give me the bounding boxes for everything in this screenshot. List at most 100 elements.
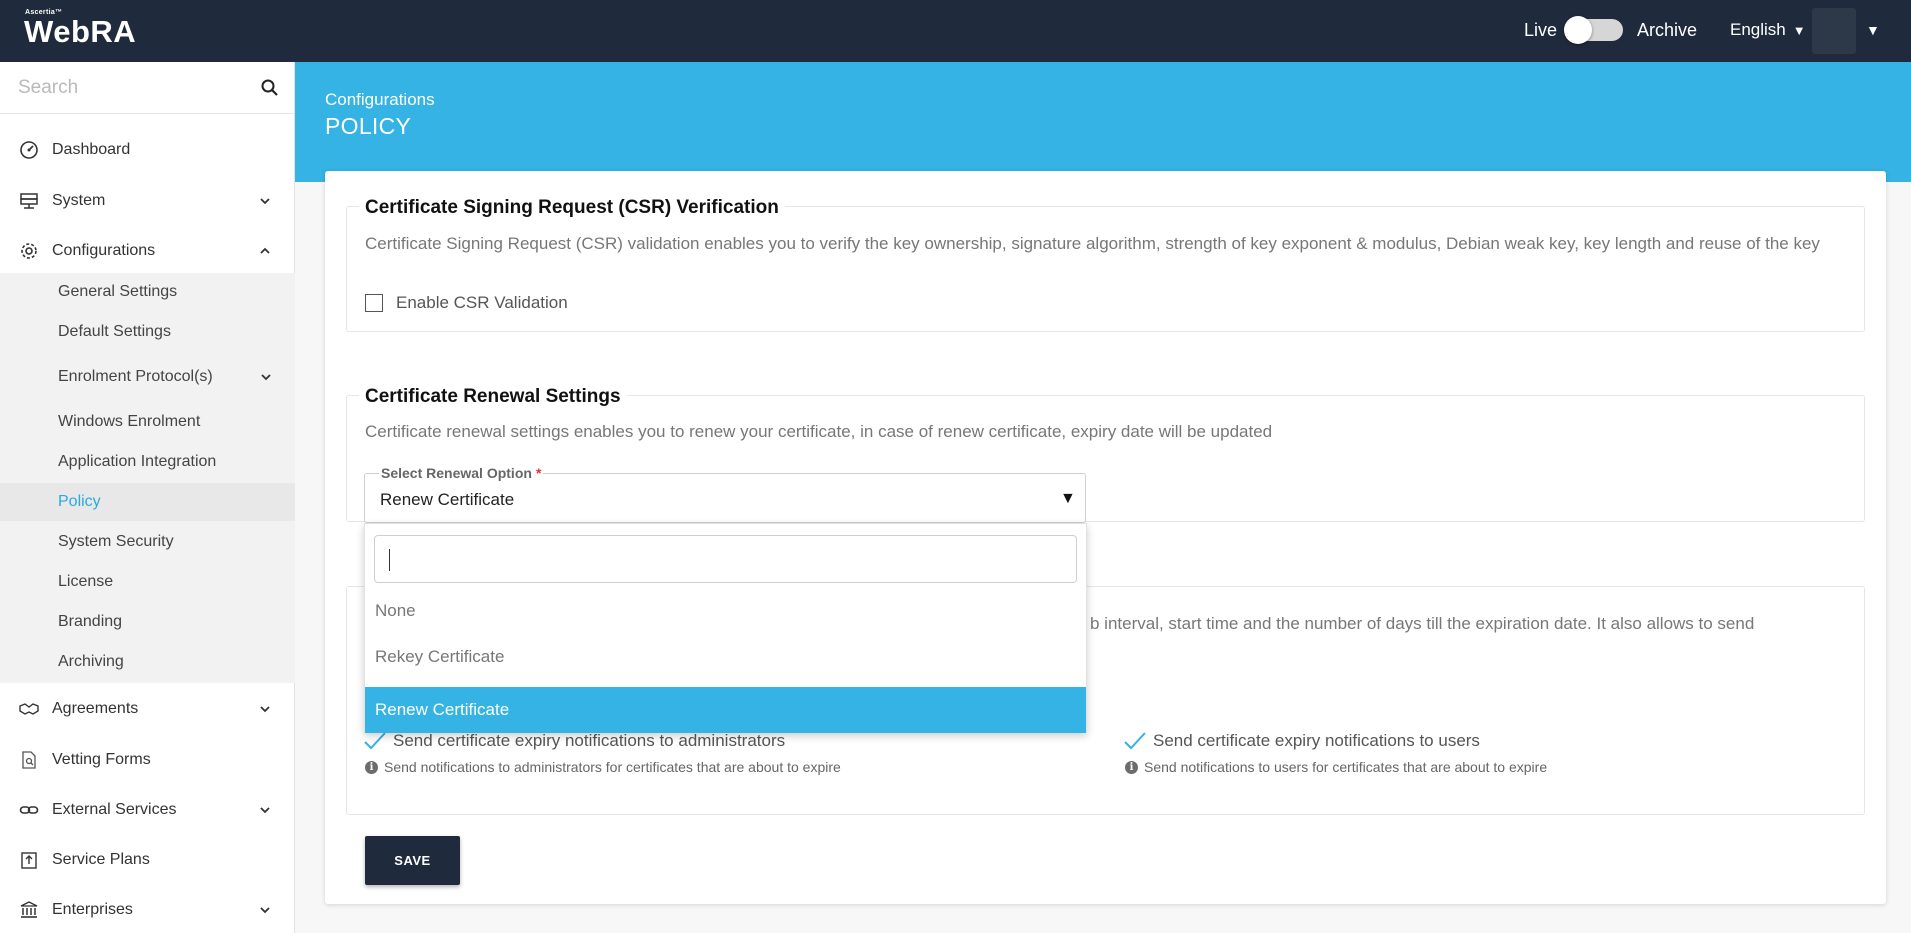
caret-down-icon: ▼ — [1792, 22, 1806, 38]
renewal-option-select[interactable]: Select Renewal Option * Renew Certificate… — [364, 465, 1086, 523]
submenu-policy[interactable]: Policy — [0, 483, 295, 521]
info-icon: i — [365, 760, 378, 774]
breadcrumb[interactable]: Configurations — [325, 90, 435, 110]
handshake-icon — [19, 703, 39, 715]
search-input[interactable] — [18, 75, 248, 101]
dropdown-search-input[interactable] — [374, 535, 1077, 583]
language-label: English — [1730, 20, 1786, 39]
server-icon — [20, 193, 38, 209]
sidebar-item-label: Dashboard — [52, 141, 131, 158]
enable-csr-validation[interactable]: Enable CSR Validation — [365, 293, 568, 313]
link-icon — [19, 806, 39, 814]
section-description: Certificate renewal settings enables you… — [365, 422, 1273, 441]
avatar[interactable] — [1812, 8, 1856, 54]
configurations-submenu: General Settings Default Settings Enrolm… — [0, 273, 295, 683]
submenu-system-security[interactable]: System Security — [0, 523, 295, 561]
dropdown-option-renew[interactable]: Renew Certificate — [365, 687, 1086, 733]
sidebar-item-system[interactable]: System — [0, 179, 295, 223]
submenu-enrolment-protocols[interactable]: Enrolment Protocol(s) — [0, 358, 295, 396]
sidebar-item-external-services[interactable]: External Services — [0, 788, 295, 832]
select-value: Renew Certificate — [380, 490, 515, 509]
submenu-archiving[interactable]: Archiving — [0, 643, 295, 681]
sidebar-item-dashboard[interactable]: Dashboard — [0, 128, 295, 172]
section-title: Certificate Renewal Settings — [359, 386, 627, 408]
users-notification-option[interactable]: Send certificate expiry notifications to… — [1123, 730, 1480, 752]
sidebar-item-enterprises[interactable]: Enterprises — [0, 888, 295, 932]
document-search-icon — [22, 751, 36, 769]
live-archive-switch: Live Archive — [1524, 16, 1698, 44]
chevron-down-icon — [260, 907, 270, 914]
select-label: Select Renewal Option * — [379, 465, 544, 481]
chevron-down-icon — [260, 198, 270, 205]
sidebar-search — [0, 62, 295, 114]
section-title: Certificate Signing Request (CSR) Verifi… — [359, 197, 785, 219]
submenu-license[interactable]: License — [0, 563, 295, 601]
page-title: POLICY — [325, 113, 412, 139]
sidebar-item-configurations[interactable]: Configurations — [0, 229, 295, 273]
sidebar-item-service-plans[interactable]: Service Plans — [0, 838, 295, 882]
section-description-partial: b interval, start time and the number of… — [1090, 614, 1755, 633]
gear-icon — [21, 243, 37, 259]
checkbox-label: Enable CSR Validation — [396, 293, 568, 312]
user-menu-caret-icon[interactable]: ▼ — [1866, 22, 1880, 38]
sidebar-item-label: Agreements — [52, 700, 139, 717]
submenu-general-settings[interactable]: General Settings — [0, 273, 295, 311]
clipboard-upload-icon — [21, 852, 37, 869]
sidebar: Dashboard System Configurations General … — [0, 62, 295, 933]
users-notification-hint: i Send notifications to users for certif… — [1125, 759, 1547, 775]
submenu-label: License — [58, 573, 114, 590]
submenu-label: Enrolment Protocol(s) — [58, 368, 213, 385]
live-archive-toggle[interactable] — [1564, 16, 1624, 44]
submenu-label: Application Integration — [58, 453, 217, 470]
sidebar-item-label: Configurations — [52, 242, 156, 259]
submenu-label: Branding — [58, 613, 123, 630]
submenu-application-integration[interactable]: Application Integration — [0, 443, 295, 481]
page-header: Configurations POLICY — [295, 62, 1911, 182]
submenu-default-settings[interactable]: Default Settings — [0, 313, 295, 351]
app-logo[interactable]: Ascertia™ WebRA — [24, 9, 136, 48]
bank-building-icon — [20, 901, 38, 918]
dropdown-option-rekey[interactable]: Rekey Certificate — [365, 634, 1086, 680]
checkmark-icon[interactable] — [1123, 730, 1147, 752]
checkmark-icon[interactable] — [363, 730, 387, 752]
save-button[interactable]: SAVE — [365, 836, 460, 885]
chevron-down-icon — [260, 706, 270, 713]
sidebar-item-agreements[interactable]: Agreements — [0, 687, 295, 731]
submenu-label: Windows Enrolment — [58, 413, 201, 430]
sidebar-item-label: Vetting Forms — [52, 751, 151, 768]
section-description: Certificate Signing Request (CSR) valida… — [365, 234, 1820, 253]
submenu-label: System Security — [58, 533, 174, 550]
required-asterisk: * — [535, 465, 542, 481]
caret-down-icon: ▼ — [1060, 490, 1076, 507]
submenu-label: Default Settings — [58, 323, 171, 340]
submenu-label: Archiving — [58, 653, 124, 670]
submenu-windows-enrolment[interactable]: Windows Enrolment — [0, 403, 295, 441]
dashboard-gauge-icon — [20, 141, 38, 159]
csr-section: Certificate Signing Request (CSR) Verifi… — [346, 197, 1865, 332]
toggle-knob — [1564, 16, 1593, 44]
sidebar-item-label: External Services — [52, 801, 177, 818]
sidebar-item-vetting-forms[interactable]: Vetting Forms — [0, 738, 295, 782]
submenu-label: General Settings — [58, 283, 178, 300]
chevron-down-icon — [260, 807, 270, 814]
sidebar-item-label: Enterprises — [52, 901, 133, 918]
top-bar: Ascertia™ WebRA Live Archive English ▼ ▼ — [0, 0, 1911, 62]
checkbox-label: Send certificate expiry notifications to… — [393, 731, 786, 750]
hint-text: Send notifications to users for certific… — [1144, 759, 1548, 775]
admin-notification-option[interactable]: Send certificate expiry notifications to… — [363, 730, 785, 752]
dropdown-option-none[interactable]: None — [365, 588, 1086, 634]
sidebar-item-label: Service Plans — [52, 851, 150, 868]
search-icon[interactable] — [260, 78, 280, 98]
chevron-up-icon — [260, 247, 270, 254]
submenu-branding[interactable]: Branding — [0, 603, 295, 641]
chevron-down-icon — [261, 374, 271, 381]
submenu-label: Policy — [58, 493, 101, 510]
admin-notification-hint: i Send notifications to administrators f… — [365, 759, 841, 775]
renewal-option-dropdown: None Rekey Certificate Renew Certificate — [364, 523, 1087, 733]
enable-csr-checkbox[interactable] — [365, 294, 383, 312]
language-selector[interactable]: English ▼ — [1730, 20, 1806, 40]
logo-name: WebRA — [24, 14, 137, 49]
archive-label: Archive — [1637, 19, 1698, 40]
live-label: Live — [1524, 19, 1558, 40]
checkbox-label: Send certificate expiry notifications to… — [1153, 731, 1480, 750]
